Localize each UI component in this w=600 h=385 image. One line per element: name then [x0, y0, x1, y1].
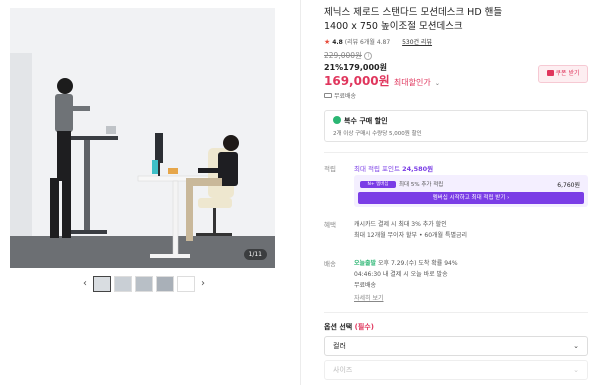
final-price-label[interactable]: 최대할인가	[394, 78, 431, 87]
multi-buy-title-row: 복수 구매 할인	[333, 116, 388, 126]
membership-points-box: N+ 멤버십 최대 5% 추가 적립 6,760원 멤버십 시작하고 최대 적립…	[354, 175, 588, 207]
delivery-line-2: 04:46:30 내 결제 시 오늘 바로 발송	[354, 271, 448, 278]
multi-buy-discount-box: 복수 구매 할인 2개 이상 구매시 수량당 5,000원 할인	[324, 110, 588, 142]
final-price-row: 169,000원 최대할인가 ⌄	[324, 72, 440, 89]
chevron-down-icon: ⌄	[573, 366, 579, 374]
thumbnail-5[interactable]	[177, 276, 195, 292]
section-divider	[324, 152, 588, 153]
star-icon: ★	[324, 38, 331, 46]
info-icon[interactable]: i	[364, 52, 373, 60]
rating-row: ★ 4.8 (리뷰 6개월 4.87 530건 리뷰	[324, 37, 432, 46]
multi-buy-desc: 2개 이상 구매시 수량당 5,000원 할인	[333, 131, 422, 137]
delivery-label: 배송	[324, 260, 336, 268]
points-label: 적립	[324, 165, 336, 173]
rating-detail: (리뷰 6개월 4.87	[344, 39, 391, 46]
original-price: 229,000원	[324, 51, 362, 60]
prev-image-arrow-icon[interactable]: ‹	[80, 276, 90, 292]
product-title: 제닉스 제로드 스탠다드 모션데스크 HD 핸들 1400 x 750 높이조절…	[324, 7, 503, 32]
multi-buy-title: 복수 구매 할인	[344, 117, 388, 125]
final-price: 169,000원	[324, 74, 390, 88]
shipping-text: 무료배송	[334, 93, 357, 100]
points-title: 최대 적립 포인트 24,580원	[354, 163, 433, 173]
shipping-row: 무료배송	[324, 91, 356, 100]
color-select-label: 컬러	[333, 342, 346, 350]
points-title-amount: 24,580원	[402, 165, 434, 173]
product-main-image[interactable]: 1/11	[10, 8, 275, 268]
today-ship-tag: 오늘출발	[354, 260, 377, 267]
points-title-prefix: 최대 적립 포인트	[354, 165, 400, 173]
coupon-button-label: 쿠폰 받기	[555, 70, 580, 77]
coupon-icon	[546, 70, 554, 76]
next-image-arrow-icon[interactable]: ›	[198, 276, 208, 292]
thumbnail-1[interactable]	[93, 276, 111, 292]
option-title: 옵션 선택 (필수)	[324, 322, 374, 332]
review-count-link[interactable]: 530건 리뷰	[402, 39, 432, 46]
size-select-label: 사이즈	[333, 366, 353, 374]
section-divider	[324, 312, 588, 313]
column-divider	[300, 0, 301, 385]
chevron-down-icon: ⌄	[573, 342, 579, 350]
thumbnail-3[interactable]	[135, 276, 153, 292]
office-scene-illustration	[10, 8, 275, 268]
option-title-text: 옵션 선택	[324, 323, 353, 331]
thumbnail-strip: ‹ ›	[80, 276, 208, 292]
benefits-label: 혜택	[324, 221, 336, 229]
truck-icon	[324, 93, 332, 98]
membership-start-button[interactable]: 멤버십 시작하고 최대 적립 받기 ›	[358, 192, 584, 204]
benefit-line-2[interactable]: 최대 12개월 무이자 할부 • 60개월 특별금리	[354, 230, 467, 239]
membership-extra-amount: 6,760원	[557, 182, 580, 189]
original-price-row: 229,000원 i	[324, 50, 373, 61]
delivery-line-1: 오늘출발 오후 7.29.(수) 도착 확률 94%	[354, 258, 458, 267]
rating-score: 4.8	[332, 39, 343, 46]
thumbnail-4[interactable]	[156, 276, 174, 292]
membership-extra-text: 최대 5% 추가 적립	[399, 182, 444, 188]
image-counter: 1/11	[243, 249, 267, 260]
delivery-line-3: 무료배송	[354, 282, 377, 289]
chevron-down-icon[interactable]: ⌄	[435, 80, 440, 87]
size-select[interactable]: 사이즈 ⌄	[324, 360, 588, 380]
coupon-button[interactable]: 쿠폰 받기	[538, 65, 588, 83]
discount-badge-icon	[333, 116, 341, 124]
delivery-more-link[interactable]: 자세히 보기	[354, 293, 384, 302]
option-required: (필수)	[354, 323, 374, 331]
delivery-arrival: 오후 7.29.(수) 도착 확률 94%	[378, 260, 458, 267]
benefit-line-1[interactable]: 캐시카드 결제 시 최대 3% 추가 할인	[354, 219, 447, 228]
membership-tag: N+ 멤버십	[360, 181, 396, 188]
thumbnail-2[interactable]	[114, 276, 132, 292]
color-select[interactable]: 컬러 ⌄	[324, 336, 588, 356]
